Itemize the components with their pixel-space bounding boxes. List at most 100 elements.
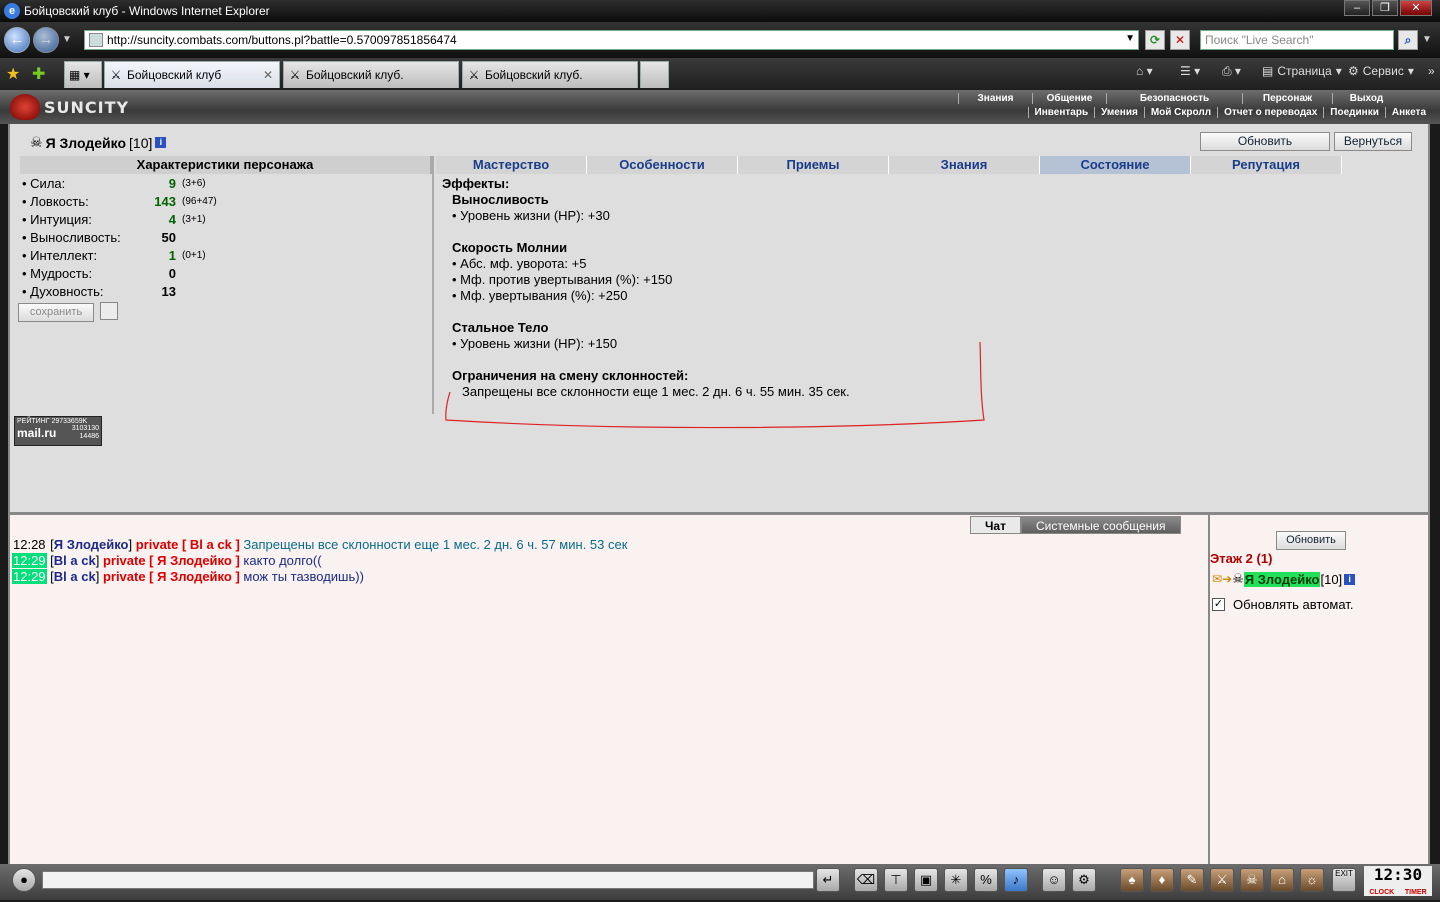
clear-icon[interactable]: ⌫ xyxy=(854,868,878,892)
chat-mode-icon[interactable]: ● xyxy=(12,868,36,892)
clan-icon: ☠ xyxy=(1232,571,1244,586)
scroll-icon[interactable]: ✎ xyxy=(1180,868,1204,892)
fight-icon[interactable]: ⚔ xyxy=(1210,868,1234,892)
stat-value: 143 xyxy=(154,193,176,209)
new-tab-button[interactable] xyxy=(640,61,669,88)
address-dropdown-icon[interactable]: ▼ xyxy=(1125,33,1135,44)
tab-2[interactable]: ⚔ Бойцовский клуб. xyxy=(283,61,459,88)
message-sender[interactable]: Bl a ck xyxy=(54,553,96,568)
stats-checkbox[interactable] xyxy=(100,302,118,320)
search-options-icon[interactable]: ▼ xyxy=(1422,34,1432,45)
menu-my-scroll[interactable]: Мой Скролл xyxy=(1143,107,1217,118)
menu-transfers[interactable]: Отчет о переводах xyxy=(1217,107,1323,118)
menu-character[interactable]: Персонаж xyxy=(1242,93,1332,104)
online-panel: Обновить Этаж 2 (1) ✉➔ ☠ Я Злодейко [10]… xyxy=(1208,512,1430,864)
translit-icon[interactable]: % xyxy=(974,868,998,892)
private-arrow-icon[interactable]: ✉➔ xyxy=(1212,572,1232,586)
info-icon[interactable]: i xyxy=(1344,573,1356,585)
menu-battles[interactable]: Поединки xyxy=(1323,107,1385,118)
tab-state[interactable]: Состояние xyxy=(1040,156,1191,174)
effects-heading: Эффекты: xyxy=(442,176,510,191)
mailru-counter[interactable]: РЕЙТИНГ 29733659K mail.ru 3103130 14486 xyxy=(14,416,102,446)
save-stats-button[interactable]: сохранить xyxy=(18,303,94,322)
menu-profile[interactable]: Анкета xyxy=(1384,107,1432,118)
page-menu[interactable]: ▤ Страница ▾ xyxy=(1262,64,1342,78)
stop-icon[interactable]: ✕ xyxy=(1170,30,1190,50)
add-favorites-icon[interactable]: ✚ xyxy=(32,64,45,84)
tab-3[interactable]: ⚔ Бойцовский клуб. xyxy=(462,61,638,88)
toolbar-overflow-icon[interactable]: » xyxy=(1428,64,1435,78)
skull-icon[interactable]: ☠ xyxy=(1240,868,1264,892)
menu-inventory[interactable]: Инвентарь xyxy=(1027,107,1095,118)
clock-widget: 12:30 CLOCK TIMER xyxy=(1364,866,1432,896)
red-annotation-outline xyxy=(445,341,985,429)
house-icon[interactable]: ⌂ xyxy=(1270,868,1294,892)
home-icon[interactable]: ⌂ ▾ xyxy=(1136,64,1153,78)
close-button[interactable]: ✕ xyxy=(1400,0,1432,16)
chat-message: 12:28 [Я Злодейко] private [ Bl a ck ] З… xyxy=(13,537,628,552)
page-menu-icon: ▤ xyxy=(1262,64,1274,78)
feeds-icon[interactable]: ☰ ▾ xyxy=(1180,64,1200,78)
message-private[interactable]: private [ Я Злодейко ] xyxy=(103,569,240,584)
back-button[interactable]: ← xyxy=(4,27,30,53)
bottom-menu: Инвентарь Умения Мой Скролл Отчет о пере… xyxy=(1027,107,1432,118)
refresh-icon[interactable]: ⟳ xyxy=(1145,30,1165,50)
tools-menu[interactable]: ⚙ Сервис ▾ xyxy=(1348,64,1414,78)
message-private[interactable]: private [ Я Злодейко ] xyxy=(103,553,240,568)
info-icon[interactable]: i xyxy=(155,137,167,148)
auto-refresh-checkbox[interactable]: ✓ xyxy=(1212,598,1225,611)
quick-tabs-button[interactable]: ▦ ▾ xyxy=(64,61,102,88)
save-log-icon[interactable]: ▣ xyxy=(914,868,938,892)
tab-techniques[interactable]: Приемы xyxy=(738,156,889,174)
menu-communication[interactable]: Общение xyxy=(1032,93,1106,104)
emotion-icon[interactable]: ✳ xyxy=(944,868,968,892)
search-icon[interactable]: ⌕ xyxy=(1398,30,1418,50)
message-sender[interactable]: Bl a ck xyxy=(54,569,96,584)
message-private[interactable]: private [ Bl a ck ] xyxy=(136,537,240,552)
floor-label: Этаж 2 (1) xyxy=(1210,551,1273,566)
suncity-logo: SUNCITY xyxy=(10,94,129,120)
tab-1[interactable]: ⚔ Бойцовский клуб ✕ xyxy=(104,61,280,88)
stat-row: • Интуиция: 4 (3+1) xyxy=(22,210,206,228)
chat-input[interactable] xyxy=(42,871,814,889)
close-tab-icon[interactable]: ✕ xyxy=(263,68,273,82)
tab-features[interactable]: Особенности xyxy=(587,156,738,174)
forward-button[interactable]: → xyxy=(33,27,59,53)
menu-exit[interactable]: Выход xyxy=(1332,93,1400,104)
side-refresh-button[interactable]: Обновить xyxy=(1276,531,1346,550)
send-icon[interactable]: ↵ xyxy=(816,868,840,892)
ie-logo-icon: e xyxy=(4,3,20,19)
message-sender[interactable]: Я Злодейко xyxy=(54,537,129,552)
tab-system-messages[interactable]: Системные сообщения xyxy=(1020,516,1181,534)
bag-icon[interactable]: ♠ xyxy=(1120,868,1144,892)
menu-skills[interactable]: Умения xyxy=(1094,107,1144,118)
smile-icon[interactable]: ☺ xyxy=(1042,868,1066,892)
potion-icon[interactable]: ♦ xyxy=(1150,868,1174,892)
stat-name: • Выносливость: xyxy=(22,229,121,245)
tab-reputation[interactable]: Репутация xyxy=(1191,156,1342,174)
tab-knowledge[interactable]: Знания xyxy=(889,156,1040,174)
sound-icon[interactable]: ♪ xyxy=(1004,868,1028,892)
history-dropdown-icon[interactable]: ▼ xyxy=(62,34,72,45)
exit-icon[interactable]: EXIT xyxy=(1332,868,1356,892)
online-user-name[interactable]: Я Злодейко xyxy=(1243,571,1321,587)
back-button-game[interactable]: Вернуться xyxy=(1334,132,1412,151)
maximize-button[interactable]: ❐ xyxy=(1372,0,1398,16)
filter-icon[interactable]: ⊤ xyxy=(884,868,908,892)
menu-security[interactable]: Безопасность xyxy=(1106,93,1242,104)
address-bar[interactable]: http://suncity.combats.com/buttons.pl?ba… xyxy=(84,30,1139,50)
quick-tabs-icon: ▦ ▾ xyxy=(69,68,90,82)
settings-icon[interactable]: ⚙ xyxy=(1072,868,1096,892)
favorites-star-icon[interactable]: ★ xyxy=(6,64,20,84)
tab-chat[interactable]: Чат xyxy=(970,516,1021,534)
game-header: SUNCITY Знания Общение Безопасность Перс… xyxy=(0,90,1440,124)
effect-line: • Мф. против увертывания (%): +150 xyxy=(452,272,673,287)
menu-knowledge[interactable]: Знания xyxy=(958,93,1032,104)
print-icon[interactable]: ⎙ ▾ xyxy=(1222,64,1241,79)
tab-mastery[interactable]: Мастерство xyxy=(436,156,587,174)
search-input[interactable]: Поиск "Live Search" xyxy=(1200,30,1394,50)
minimize-button[interactable]: – xyxy=(1344,0,1370,16)
group-icon[interactable]: ☼ xyxy=(1300,868,1324,892)
page-icon xyxy=(89,33,103,47)
refresh-button[interactable]: Обновить xyxy=(1200,132,1330,151)
